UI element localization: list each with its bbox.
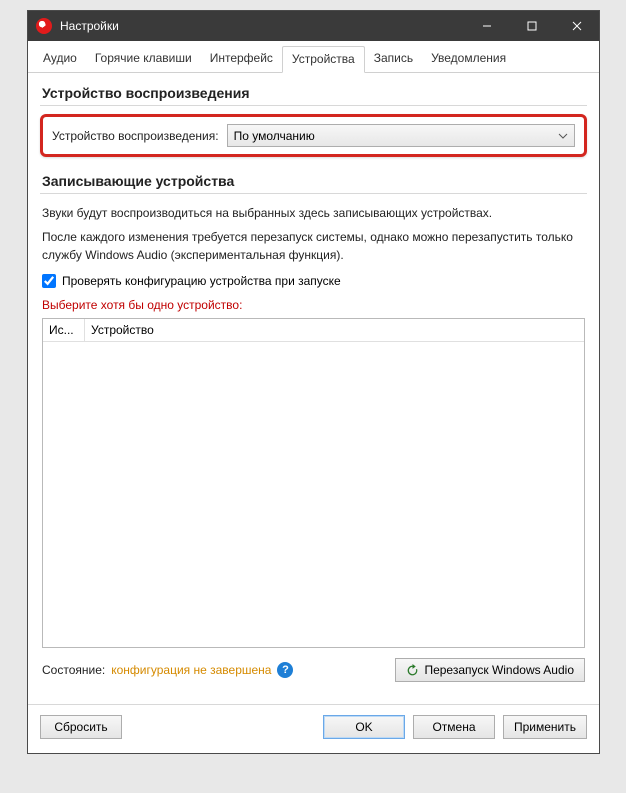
- recording-desc-2: После каждого изменения требуется переза…: [42, 228, 585, 264]
- device-list-header: Ис... Устройство: [43, 319, 584, 342]
- status-value: конфигурация не завершена: [111, 663, 271, 677]
- tab-audio[interactable]: Аудио: [34, 46, 86, 72]
- status-label: Состояние:: [42, 663, 105, 677]
- help-icon[interactable]: ?: [277, 662, 293, 678]
- cancel-button[interactable]: Отмена: [413, 715, 495, 739]
- playback-device-select[interactable]: По умолчанию: [227, 124, 575, 147]
- tab-recording[interactable]: Запись: [365, 46, 422, 72]
- chevron-down-icon: [558, 133, 568, 139]
- footer: Сбросить OK Отмена Применить: [28, 715, 599, 753]
- col-use[interactable]: Ис...: [43, 319, 85, 341]
- content-panel: Устройство воспроизведения Устройство во…: [28, 73, 599, 696]
- app-icon: [36, 18, 52, 34]
- refresh-icon: [406, 664, 419, 677]
- check-config-row[interactable]: Проверять конфигурацию устройства при за…: [42, 274, 585, 288]
- check-config-checkbox[interactable]: [42, 274, 56, 288]
- divider: [28, 704, 599, 705]
- playback-group-title: Устройство воспроизведения: [42, 85, 587, 101]
- divider: [40, 193, 587, 194]
- error-text: Выберите хотя бы одно устройство:: [42, 298, 585, 312]
- playback-device-row: Устройство воспроизведения: По умолчанию: [40, 114, 587, 157]
- recording-desc-1: Звуки будут воспроизводиться на выбранны…: [42, 204, 585, 222]
- tab-notifications[interactable]: Уведомления: [422, 46, 515, 72]
- divider: [40, 105, 587, 106]
- settings-window: Настройки Аудио Горячие клавиши Интерфей…: [27, 10, 600, 754]
- window-title: Настройки: [60, 19, 464, 33]
- tab-hotkeys[interactable]: Горячие клавиши: [86, 46, 201, 72]
- device-list[interactable]: Ис... Устройство: [42, 318, 585, 648]
- reset-button[interactable]: Сбросить: [40, 715, 122, 739]
- playback-device-value: По умолчанию: [234, 129, 315, 143]
- minimize-button[interactable]: [464, 11, 509, 41]
- status-row: Состояние: конфигурация не завершена ? П…: [42, 658, 585, 682]
- tabs: Аудио Горячие клавиши Интерфейс Устройст…: [28, 41, 599, 73]
- playback-device-label: Устройство воспроизведения:: [52, 129, 219, 143]
- tab-interface[interactable]: Интерфейс: [201, 46, 282, 72]
- close-button[interactable]: [554, 11, 599, 41]
- maximize-button[interactable]: [509, 11, 554, 41]
- restart-audio-button[interactable]: Перезапуск Windows Audio: [395, 658, 585, 682]
- recording-group-title: Записывающие устройства: [42, 173, 587, 189]
- apply-button[interactable]: Применить: [503, 715, 587, 739]
- check-config-label: Проверять конфигурацию устройства при за…: [62, 274, 341, 288]
- tab-devices[interactable]: Устройства: [282, 46, 365, 73]
- restart-audio-label: Перезапуск Windows Audio: [424, 663, 574, 677]
- ok-button[interactable]: OK: [323, 715, 405, 739]
- titlebar: Настройки: [28, 11, 599, 41]
- col-device[interactable]: Устройство: [85, 319, 584, 341]
